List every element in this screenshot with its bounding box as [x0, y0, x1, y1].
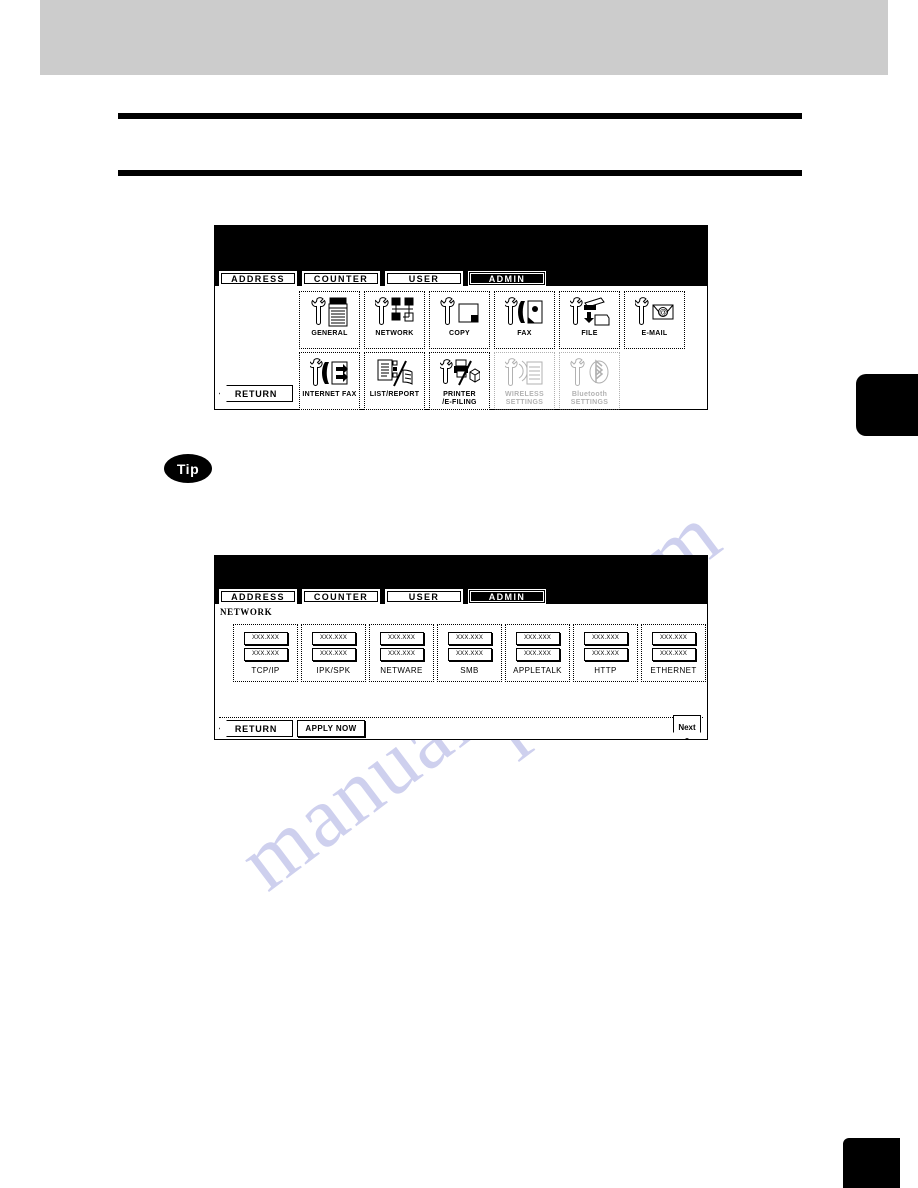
- svg-text:@: @: [658, 308, 666, 317]
- button-http-label: HTTP: [594, 665, 617, 675]
- button-copy-label: COPY: [448, 330, 471, 337]
- appletalk-field-bottom: XXX.XXX: [515, 647, 560, 661]
- tab-admin-label: ADMIN: [488, 273, 526, 284]
- panel2-title-bar: ADDRESS COUNTER USER ADMIN: [215, 556, 707, 604]
- tcp-ip-field-bottom: XXX.XXX: [243, 647, 288, 661]
- smb-field-bottom: XXX.XXX: [447, 647, 492, 661]
- button-fax-label: FAX: [517, 330, 532, 337]
- wrench-email-icon: @: [634, 294, 675, 330]
- button-tcp-ip-label: TCP/IP: [251, 665, 280, 675]
- panel2-body: NETWORK XXX.XXX XXX.XXX TCP/IP XXX.XXX X…: [215, 604, 707, 739]
- tab-user-2-label: USER: [408, 591, 440, 602]
- button-general-label: GENERAL: [311, 330, 348, 337]
- button-smb-label: SMB: [460, 665, 479, 675]
- wrench-printer-icon: [310, 294, 350, 330]
- tab-address[interactable]: ADDRESS: [219, 271, 297, 286]
- button-ethernet-label: ETHERNET: [650, 665, 697, 675]
- tab-counter-2[interactable]: COUNTER: [302, 589, 380, 604]
- wrench-fax-icon: [504, 294, 545, 330]
- tab-counter[interactable]: COUNTER: [302, 271, 380, 286]
- tab-admin[interactable]: ADMIN: [468, 271, 546, 286]
- button-file[interactable]: FILE: [559, 291, 620, 349]
- header-rule-top: [118, 113, 802, 119]
- network-section-label: NETWORK: [220, 607, 273, 617]
- tab-address-2-label: ADDRESS: [231, 591, 285, 602]
- panel1-body: GENERAL NETWORK COPY FAX FILE @ E-MAIL I…: [215, 286, 707, 410]
- ipk-spk-field-bottom: XXX.XXX: [311, 647, 356, 661]
- button-appletalk[interactable]: XXX.XXX XXX.XXX APPLETALK: [505, 624, 570, 682]
- http-field-top: XXX.XXX: [583, 631, 628, 645]
- button-http[interactable]: XXX.XXX XXX.XXX HTTP: [573, 624, 638, 682]
- ipk-spk-field-top: XXX.XXX: [311, 631, 356, 645]
- network-settings-panel: ADDRESS COUNTER USER ADMIN NETWORK XXX.X…: [214, 555, 708, 740]
- apply-now-button[interactable]: APPLY NOW: [297, 720, 365, 737]
- network-button-grid: XXX.XXX XXX.XXX TCP/IP XXX.XXX XXX.XXX I…: [233, 624, 706, 682]
- tip-badge: Tip: [164, 454, 212, 483]
- tab-admin-2-label: ADMIN: [488, 591, 526, 602]
- return-button-2-label: RETURN: [234, 723, 278, 734]
- panel1-tab-row: ADDRESS COUNTER USER ADMIN: [215, 269, 707, 286]
- page-corner-tab: [843, 1138, 900, 1188]
- button-tcp-ip[interactable]: XXX.XXX XXX.XXX TCP/IP: [233, 624, 298, 682]
- button-general[interactable]: GENERAL: [299, 291, 360, 349]
- next-button-label: Next: [678, 722, 696, 732]
- button-appletalk-label: APPLETALK: [513, 665, 562, 675]
- button-network-label: NETWORK: [375, 330, 414, 337]
- button-email[interactable]: @ E-MAIL: [624, 291, 685, 349]
- button-ipk-spk[interactable]: XXX.XXX XXX.XXX IPK/SPK: [301, 624, 366, 682]
- ethernet-field-bottom: XXX.XXX: [651, 647, 696, 661]
- admin-icon-row-1: GENERAL NETWORK COPY FAX FILE @ E-MAIL: [299, 291, 705, 349]
- page-edge-tab: [856, 374, 918, 436]
- tab-counter-label: COUNTER: [313, 273, 369, 284]
- tab-user-2[interactable]: USER: [385, 589, 463, 604]
- tab-counter-2-label: COUNTER: [313, 591, 369, 602]
- tab-address-2[interactable]: ADDRESS: [219, 589, 297, 604]
- next-button[interactable]: Next: [673, 715, 701, 739]
- button-fax[interactable]: FAX: [494, 291, 555, 349]
- tcp-ip-field-top: XXX.XXX: [243, 631, 288, 645]
- netware-field-top: XXX.XXX: [379, 631, 424, 645]
- button-netware[interactable]: XXX.XXX XXX.XXX NETWARE: [369, 624, 434, 682]
- return-button-label: RETURN: [234, 388, 278, 399]
- button-copy[interactable]: COPY: [429, 291, 490, 349]
- wrench-file-icon: [569, 294, 610, 330]
- tab-address-label: ADDRESS: [231, 273, 285, 284]
- tip-badge-label: Tip: [176, 460, 200, 477]
- button-ethernet[interactable]: XXX.XXX XXX.XXX ETHERNET: [641, 624, 706, 682]
- appletalk-field-top: XXX.XXX: [515, 631, 560, 645]
- tab-admin-2[interactable]: ADMIN: [468, 589, 546, 604]
- apply-now-button-label: APPLY NOW: [305, 724, 357, 733]
- page-header-band: [40, 0, 888, 75]
- button-email-label: E-MAIL: [641, 330, 668, 337]
- button-network[interactable]: NETWORK: [364, 291, 425, 349]
- button-netware-label: NETWARE: [380, 665, 423, 675]
- button-ipk-spk-label: IPK/SPK: [316, 665, 351, 675]
- return-button-2[interactable]: RETURN: [219, 720, 293, 737]
- button-smb[interactable]: XXX.XXX XXX.XXX SMB: [437, 624, 502, 682]
- panel1-bottom-bar: RETURN: [215, 385, 707, 405]
- button-file-label: FILE: [581, 330, 598, 337]
- netware-field-bottom: XXX.XXX: [379, 647, 424, 661]
- tab-user-label: USER: [408, 273, 440, 284]
- wrench-copy-icon: [439, 294, 480, 330]
- http-field-bottom: XXX.XXX: [583, 647, 628, 661]
- smb-field-top: XXX.XXX: [447, 631, 492, 645]
- admin-menu-panel: ADDRESS COUNTER USER ADMIN GENERAL NETWO…: [214, 225, 708, 410]
- tab-user[interactable]: USER: [385, 271, 463, 286]
- ethernet-field-top: XXX.XXX: [651, 631, 696, 645]
- panel2-bottom-bar: RETURN APPLY NOW Next: [215, 715, 707, 739]
- panel2-separator: [219, 717, 703, 718]
- header-rule-bottom: [118, 170, 802, 176]
- return-button[interactable]: RETURN: [219, 385, 293, 402]
- wrench-network-icon: [374, 294, 415, 330]
- panel1-title-bar: ADDRESS COUNTER USER ADMIN: [215, 226, 707, 286]
- panel2-tab-row: ADDRESS COUNTER USER ADMIN: [215, 587, 707, 604]
